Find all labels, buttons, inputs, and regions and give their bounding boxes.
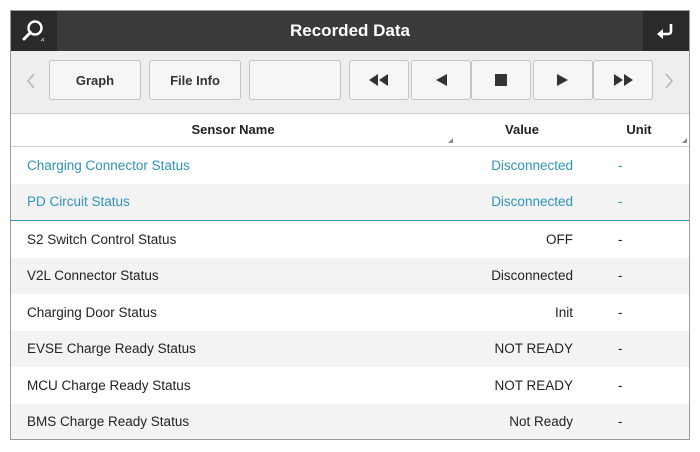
unit-cell: - xyxy=(618,377,623,393)
rewind-icon xyxy=(369,74,388,86)
value-cell: Not Ready xyxy=(509,414,573,430)
search-icon xyxy=(22,20,45,42)
search-button[interactable] xyxy=(11,11,57,51)
scroll-right-button[interactable] xyxy=(661,70,677,92)
sensor-name-cell: BMS Charge Ready Status xyxy=(27,414,190,430)
rewind-button[interactable] xyxy=(349,60,409,100)
return-button[interactable] xyxy=(643,11,689,51)
unit-cell: - xyxy=(618,341,623,357)
play-icon xyxy=(557,74,568,86)
scroll-left-button[interactable] xyxy=(23,70,39,92)
value-cell: NOT READY xyxy=(494,377,573,393)
table-row[interactable]: PD Circuit Status Disconnected - xyxy=(11,183,689,220)
table-row[interactable]: S2 Switch Control Status OFF - xyxy=(11,221,689,258)
toolbar: Graph File Info xyxy=(11,51,689,114)
table-row[interactable]: MCU Charge Ready Status NOT READY - xyxy=(11,367,689,404)
step-back-button[interactable] xyxy=(411,60,471,100)
value-cell: Disconnected xyxy=(491,157,573,173)
unit-header-label: Unit xyxy=(626,122,652,137)
chevron-right-icon xyxy=(665,73,674,89)
column-resize-handle[interactable] xyxy=(448,138,453,143)
unit-cell: - xyxy=(618,414,623,430)
table-header: Sensor Name Value Unit xyxy=(11,114,689,147)
column-resize-handle[interactable] xyxy=(682,138,687,143)
value-cell: Disconnected xyxy=(491,268,573,284)
page-title: Recorded Data xyxy=(290,21,410,40)
table-row[interactable]: Charging Door Status Init - xyxy=(11,294,689,331)
stop-icon xyxy=(495,74,507,86)
fast-forward-button[interactable] xyxy=(593,60,653,100)
graph-button[interactable]: Graph xyxy=(49,60,141,100)
value-cell: OFF xyxy=(546,231,573,247)
sensor-name-cell: Charging Connector Status xyxy=(27,157,190,173)
stop-button[interactable] xyxy=(471,60,531,100)
recorded-data-window: Recorded Data Graph File Info Sensor Nam… xyxy=(10,10,690,440)
unit-cell: - xyxy=(618,304,623,320)
unit-cell: - xyxy=(618,157,623,173)
table-row[interactable]: BMS Charge Ready Status Not Ready - xyxy=(11,403,689,439)
sensor-table-body: Charging Connector Status Disconnected -… xyxy=(11,147,689,439)
value-header-label: Value xyxy=(505,122,539,137)
fast-forward-icon xyxy=(614,74,633,86)
sensor-name-header-label: Sensor Name xyxy=(191,122,275,137)
unit-cell: - xyxy=(618,231,623,247)
blank-button[interactable] xyxy=(249,60,341,100)
sensor-name-cell: Charging Door Status xyxy=(27,304,157,320)
step-back-icon xyxy=(436,74,447,86)
sensor-name-cell: PD Circuit Status xyxy=(27,194,130,210)
unit-cell: - xyxy=(618,194,623,210)
table-row[interactable]: EVSE Charge Ready Status NOT READY - xyxy=(11,330,689,367)
value-cell: Disconnected xyxy=(491,194,573,210)
play-button[interactable] xyxy=(533,60,593,100)
value-column-header[interactable]: Value xyxy=(455,114,589,146)
sensor-name-cell: MCU Charge Ready Status xyxy=(27,377,191,393)
table-row[interactable]: Charging Connector Status Disconnected - xyxy=(11,147,689,184)
file-info-button[interactable]: File Info xyxy=(149,60,241,100)
unit-cell: - xyxy=(618,268,623,284)
table-row[interactable]: V2L Connector Status Disconnected - xyxy=(11,257,689,294)
value-cell: Init xyxy=(554,304,573,320)
unit-column-header[interactable]: Unit xyxy=(589,114,689,146)
return-icon xyxy=(657,24,673,39)
sensor-name-cell: V2L Connector Status xyxy=(27,268,159,284)
chevron-left-icon xyxy=(26,73,35,89)
title-bar: Recorded Data xyxy=(11,11,689,51)
sensor-name-cell: EVSE Charge Ready Status xyxy=(27,341,196,357)
sensor-name-column-header[interactable]: Sensor Name xyxy=(11,114,455,146)
value-cell: NOT READY xyxy=(494,341,573,357)
sensor-name-cell: S2 Switch Control Status xyxy=(27,231,177,247)
